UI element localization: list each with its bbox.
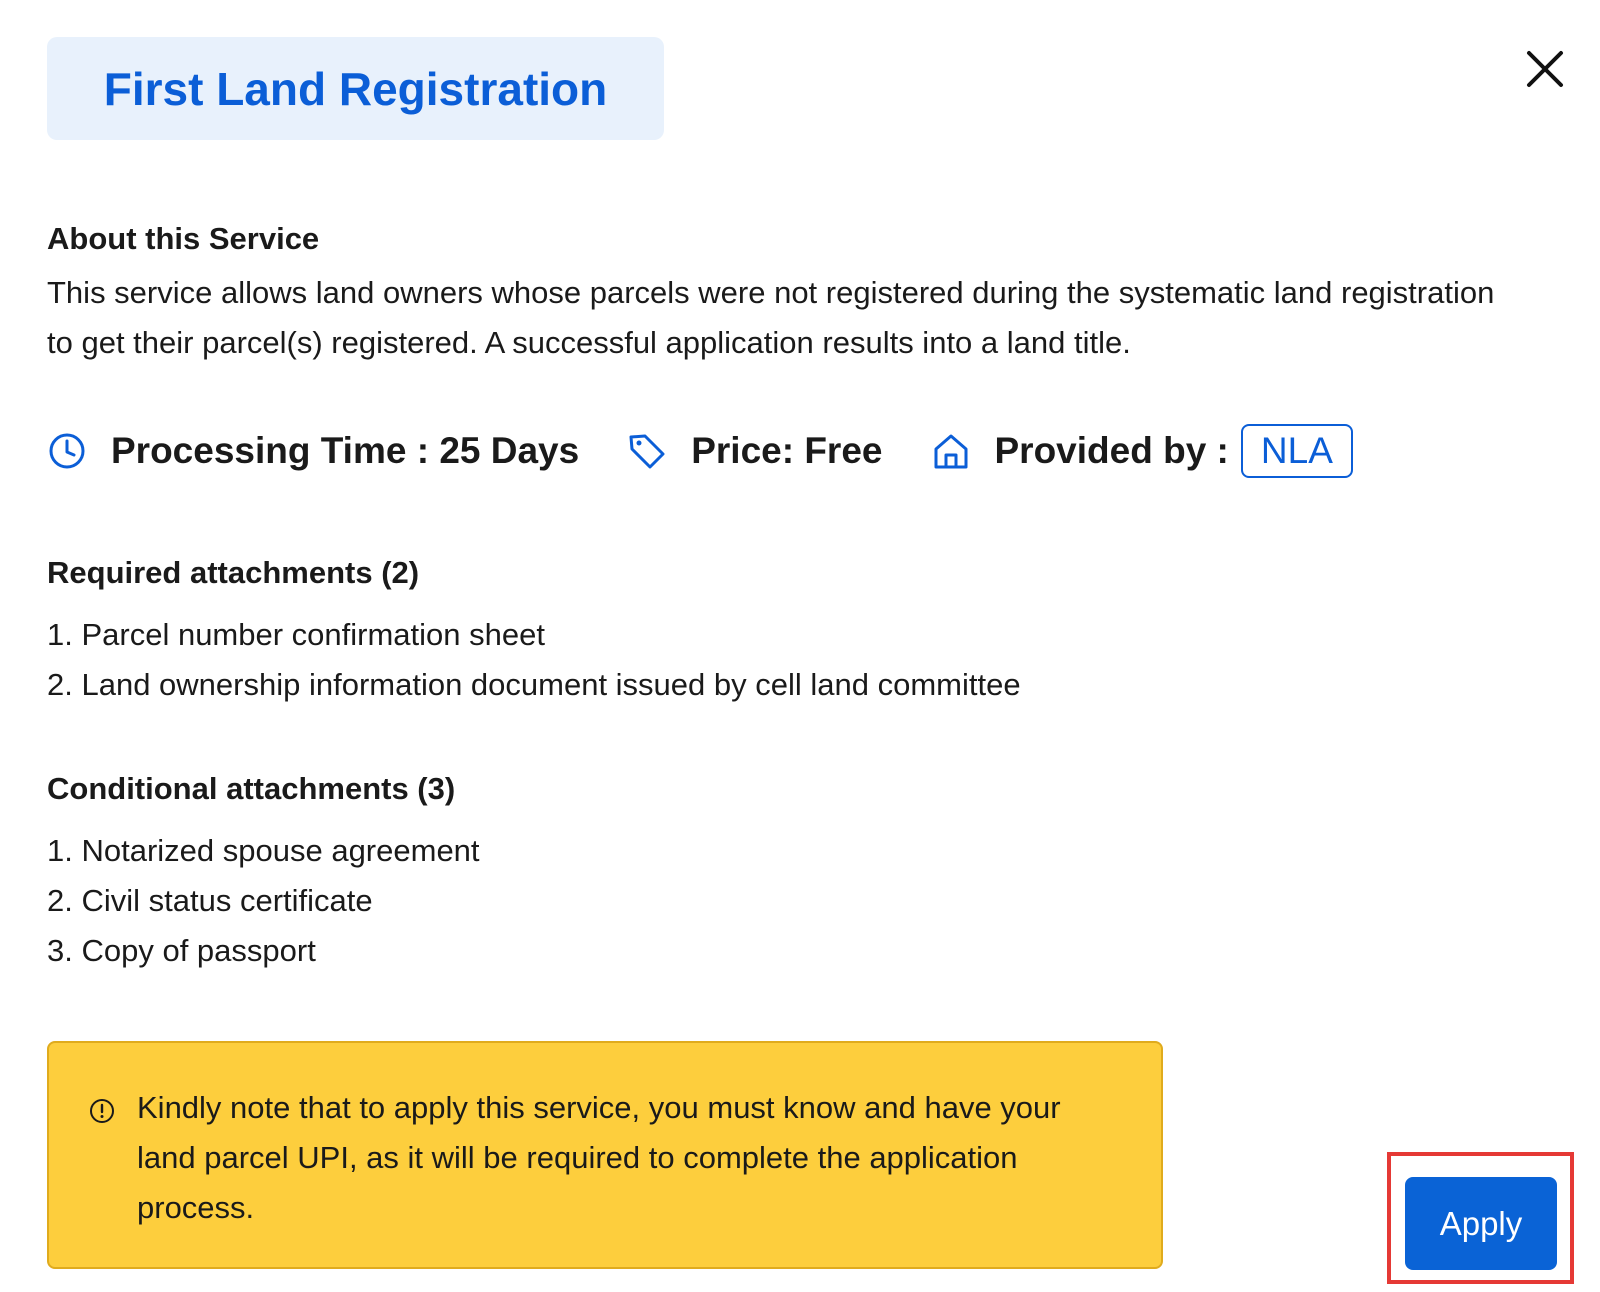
notice-text: Kindly note that to apply this service, …	[137, 1090, 1061, 1225]
title-chip: First Land Registration	[47, 37, 664, 140]
list-item: 2. Land ownership information document i…	[47, 667, 1021, 702]
about-heading: About this Service	[47, 221, 320, 256]
provider-badge[interactable]: NLA	[1240, 424, 1353, 478]
required-attachments-list: 1. Parcel number confirmation sheet 2. L…	[47, 610, 1021, 710]
about-description: This service allows land owners whose pa…	[47, 275, 1495, 360]
close-button[interactable]	[1526, 50, 1564, 88]
conditional-attachments-list: 1. Notarized spouse agreement 2. Civil s…	[47, 826, 480, 976]
list-item: 3. Copy of passport	[47, 933, 316, 968]
required-attachments-heading: Required attachments (2)	[47, 555, 420, 590]
page-title: First Land Registration	[103, 62, 608, 115]
list-item: 1. Notarized spouse agreement	[47, 833, 480, 868]
processing-time: Processing Time : 25 Days	[111, 430, 580, 471]
conditional-attachments-heading: Conditional attachments (3)	[47, 771, 456, 806]
list-item: 1. Parcel number confirmation sheet	[47, 617, 545, 652]
price: Price: Free	[691, 430, 883, 471]
provided-by-label: Provided by :	[994, 430, 1229, 471]
close-icon	[1527, 51, 1563, 87]
clock-icon	[47, 431, 87, 471]
home-icon	[931, 431, 971, 471]
notice-box: Kindly note that to apply this service, …	[47, 1041, 1163, 1269]
apply-button[interactable]: Apply	[1405, 1177, 1557, 1270]
info-icon	[89, 1098, 115, 1124]
price-tag-icon	[627, 431, 667, 471]
list-item: 2. Civil status certificate	[47, 883, 373, 918]
service-meta-row: Processing Time : 25 Days Price: Free Pr…	[47, 423, 1353, 479]
